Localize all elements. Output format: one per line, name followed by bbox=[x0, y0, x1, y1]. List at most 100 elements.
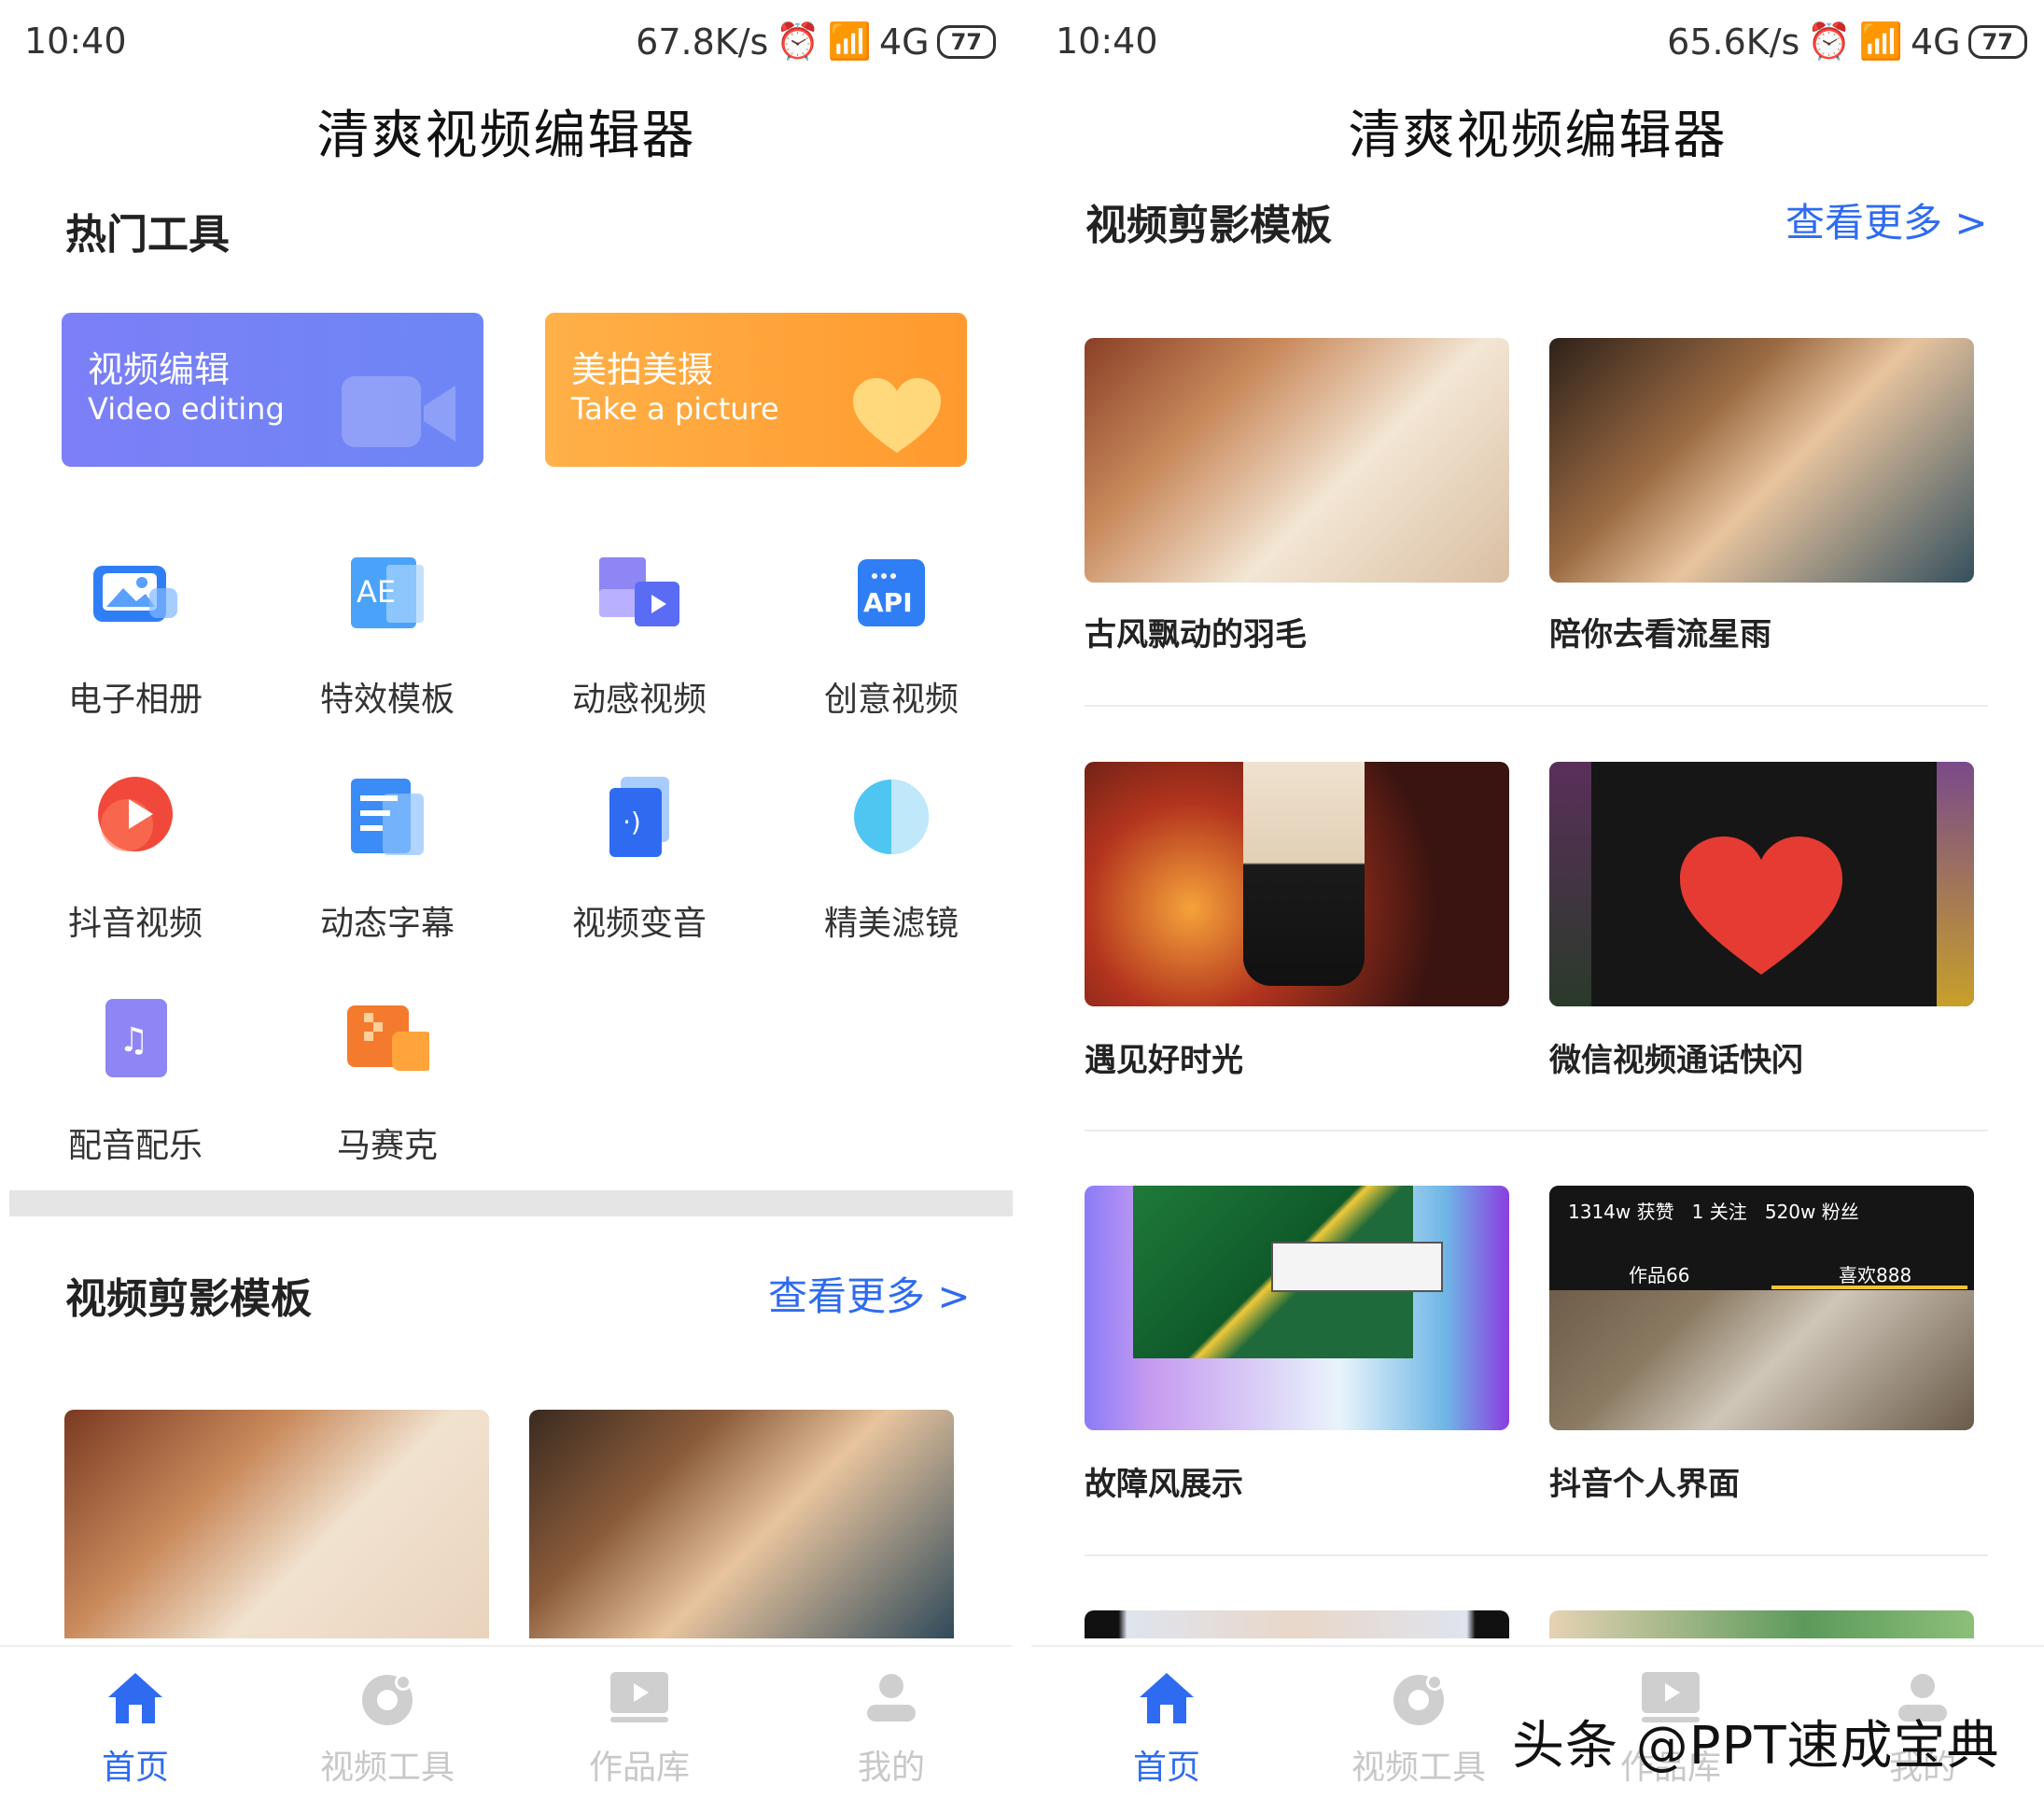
tool-label: 特效模板 bbox=[319, 681, 455, 719]
tool-label: 配音配乐 bbox=[67, 1127, 203, 1165]
tool-label: 电子相册 bbox=[67, 681, 203, 719]
subtitle-doc-icon bbox=[345, 775, 429, 859]
tool-dubbing-music[interactable]: ♫ 配音配乐 bbox=[42, 997, 229, 1167]
template-thumb-meteor[interactable] bbox=[529, 1410, 954, 1638]
tab-home[interactable]: 首页 bbox=[1073, 1665, 1260, 1789]
status-bar: 10:40 67.8K/s ⏰ 📶 4G 77 bbox=[0, 0, 1013, 84]
svg-text:AE: AE bbox=[357, 574, 396, 610]
hot-tools-title: 热门工具 bbox=[65, 211, 230, 259]
template-thumb-douyin-profile[interactable]: 1314w 获赞 1 关注 520w 粉丝 作品66 喜欢888 bbox=[1549, 1186, 1974, 1430]
template-caption: 微信视频通话快闪 bbox=[1549, 1042, 1803, 1079]
network-type: 4G bbox=[1910, 21, 1961, 63]
see-more-link[interactable]: 查看更多 > bbox=[768, 1265, 971, 1322]
template-thumb-good-time[interactable] bbox=[1085, 762, 1509, 1006]
template-thumb-partial[interactable] bbox=[1085, 1610, 1509, 1638]
status-bar: 10:40 65.6K/s ⏰ 📶 4G 77 bbox=[1031, 0, 2044, 84]
section-divider bbox=[9, 1190, 1013, 1216]
glitch-window bbox=[1271, 1242, 1443, 1292]
tool-dynamic-video[interactable]: 动感视频 bbox=[546, 551, 733, 721]
video-camera-icon bbox=[342, 376, 455, 447]
svg-text:API: API bbox=[863, 587, 913, 618]
side-decoration bbox=[1937, 762, 1974, 1006]
battery-indicator: 77 bbox=[936, 24, 996, 59]
video-tool-icon bbox=[294, 1665, 481, 1731]
tool-label: 动态字幕 bbox=[319, 905, 455, 943]
tab-label: 我的 bbox=[857, 1749, 925, 1787]
tool-voice-change[interactable]: ·) 视频变音 bbox=[546, 775, 733, 945]
bottom-tab-bar-left: 首页 视频工具 作品库 我的 bbox=[0, 1645, 1013, 1813]
video-tool-icon bbox=[1325, 1665, 1512, 1731]
row-divider bbox=[1085, 1130, 1988, 1131]
signal-icon: 📶 bbox=[1858, 21, 1903, 62]
status-right: 65.6K/s ⏰ 📶 4G 77 bbox=[1667, 21, 2027, 63]
tool-label: 动感视频 bbox=[571, 681, 707, 719]
video-edit-card[interactable]: 视频编辑 Video editing bbox=[62, 313, 483, 467]
svg-text:·): ·) bbox=[623, 807, 641, 837]
right-screen: 10:40 65.6K/s ⏰ 📶 4G 77 清爽视频编辑器 视频剪影模板 查… bbox=[1031, 0, 2044, 1811]
tool-douyin-video[interactable]: 抖音视频 bbox=[42, 775, 229, 945]
status-time: 10:40 bbox=[1056, 21, 1158, 62]
template-thumb-partial[interactable] bbox=[1549, 1610, 1974, 1638]
tab-works-library[interactable]: 作品库 bbox=[546, 1665, 733, 1789]
profile-icon bbox=[798, 1665, 985, 1731]
page-title: 清爽视频编辑器 bbox=[316, 105, 696, 166]
tool-label: 马赛克 bbox=[336, 1127, 438, 1165]
template-caption: 故障风展示 bbox=[1085, 1466, 1243, 1503]
figure-silhouette bbox=[1243, 762, 1365, 986]
tool-label: 抖音视频 bbox=[67, 905, 203, 943]
side-decoration bbox=[1549, 762, 1591, 1006]
profile-stats: 1314w 获赞 1 关注 520w 粉丝 bbox=[1568, 1201, 1859, 1223]
template-section-title: 视频剪影模板 bbox=[65, 1275, 312, 1323]
tab-video-tools[interactable]: 视频工具 bbox=[1325, 1665, 1512, 1789]
tool-dynamic-subtitle[interactable]: 动态字幕 bbox=[294, 775, 481, 945]
status-right: 67.8K/s ⏰ 📶 4G 77 bbox=[636, 21, 996, 63]
svg-text:♫: ♫ bbox=[119, 1021, 148, 1060]
dynamic-video-icon bbox=[597, 551, 681, 635]
template-thumb-feather[interactable] bbox=[1085, 338, 1509, 583]
photo-album-icon bbox=[93, 551, 177, 635]
signal-icon: 📶 bbox=[827, 21, 872, 62]
tool-mosaic[interactable]: 马赛克 bbox=[294, 997, 481, 1167]
ae-template-icon: AE bbox=[345, 551, 429, 635]
template-thumb-feather[interactable] bbox=[64, 1410, 489, 1638]
tab-home[interactable]: 首页 bbox=[42, 1665, 229, 1789]
network-speed: 67.8K/s bbox=[636, 21, 769, 63]
video-edit-subtitle: Video editing bbox=[88, 391, 285, 427]
template-thumb-meteor[interactable] bbox=[1549, 338, 1974, 583]
template-section-title: 视频剪影模板 bbox=[1085, 202, 1332, 249]
template-caption: 陪你去看流星雨 bbox=[1549, 616, 1771, 654]
heart-icon bbox=[1680, 836, 1842, 975]
see-more-link[interactable]: 查看更多 > bbox=[1785, 191, 1988, 248]
tool-filter[interactable]: 精美滤镜 bbox=[798, 775, 985, 945]
play-circle-icon bbox=[93, 775, 177, 859]
row-divider bbox=[1085, 705, 1988, 707]
network-type: 4G bbox=[878, 21, 930, 63]
alarm-icon: ⏰ bbox=[776, 21, 820, 62]
watermark-text: 头条 @PPT速成宝典 bbox=[1512, 1716, 2000, 1777]
tool-photo-album[interactable]: 电子相册 bbox=[42, 551, 229, 721]
tool-label: 视频变音 bbox=[571, 905, 707, 943]
template-caption: 抖音个人界面 bbox=[1549, 1466, 1740, 1503]
page-title: 清爽视频编辑器 bbox=[1348, 105, 1728, 166]
beauty-shot-card[interactable]: 美拍美摄 Take a picture bbox=[545, 313, 967, 467]
home-icon bbox=[42, 1665, 229, 1731]
status-time: 10:40 bbox=[24, 21, 127, 62]
music-note-icon: ♫ bbox=[93, 997, 177, 1081]
video-edit-title: 视频编辑 bbox=[88, 349, 231, 390]
template-thumb-wechat-call[interactable] bbox=[1549, 762, 1974, 1006]
profile-tab-works: 作品66 bbox=[1629, 1264, 1690, 1286]
left-screen: 10:40 67.8K/s ⏰ 📶 4G 77 清爽视频编辑器 热门工具 视频编… bbox=[0, 0, 1013, 1811]
tab-profile[interactable]: 我的 bbox=[798, 1665, 985, 1789]
template-thumb-glitch[interactable] bbox=[1085, 1186, 1509, 1430]
tool-ae-template[interactable]: AE 特效模板 bbox=[294, 551, 481, 721]
screen-gap bbox=[1013, 0, 1031, 1811]
tool-label: 精美滤镜 bbox=[823, 905, 959, 943]
battery-indicator: 77 bbox=[1967, 24, 2027, 59]
api-icon: API bbox=[849, 551, 933, 635]
alarm-icon: ⏰ bbox=[1807, 21, 1852, 62]
tab-video-tools[interactable]: 视频工具 bbox=[294, 1665, 481, 1789]
tab-label: 作品库 bbox=[588, 1749, 690, 1787]
row-divider bbox=[1085, 1554, 1988, 1556]
tool-creative-video[interactable]: API 创意视频 bbox=[798, 551, 985, 721]
network-speed: 65.6K/s bbox=[1667, 21, 1800, 63]
